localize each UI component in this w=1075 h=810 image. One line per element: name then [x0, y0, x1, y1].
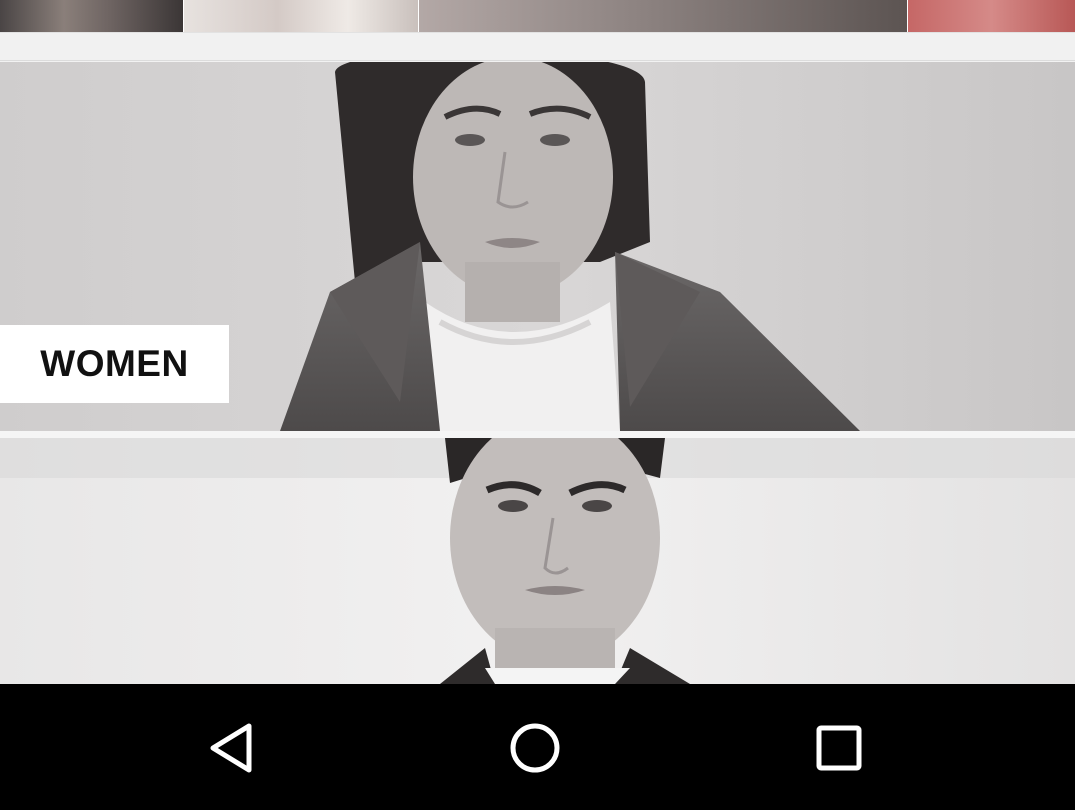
thumbnail-strip — [0, 0, 1075, 32]
circle-home-icon — [510, 723, 560, 773]
thumbnail-image-3[interactable] — [417, 0, 908, 32]
thumbnail-image-2[interactable] — [183, 0, 418, 32]
screen: WOMEN — [0, 0, 1075, 810]
home-button[interactable] — [505, 718, 565, 778]
recents-button[interactable] — [809, 718, 869, 778]
section-gap — [0, 32, 1075, 61]
thumbnail-image-4[interactable] — [907, 0, 1075, 32]
thumbnail-image-1[interactable] — [0, 0, 184, 32]
men-banner-image — [0, 438, 1075, 684]
women-category-label[interactable]: WOMEN — [0, 325, 229, 403]
banner-divider — [0, 431, 1075, 438]
system-navigation-bar — [0, 684, 1075, 810]
men-category-banner[interactable] — [0, 438, 1075, 684]
square-recents-icon — [816, 725, 862, 771]
back-button[interactable] — [203, 718, 263, 778]
women-label-text: WOMEN — [40, 343, 189, 384]
women-category-banner[interactable]: WOMEN — [0, 62, 1075, 431]
triangle-back-icon — [210, 723, 252, 773]
